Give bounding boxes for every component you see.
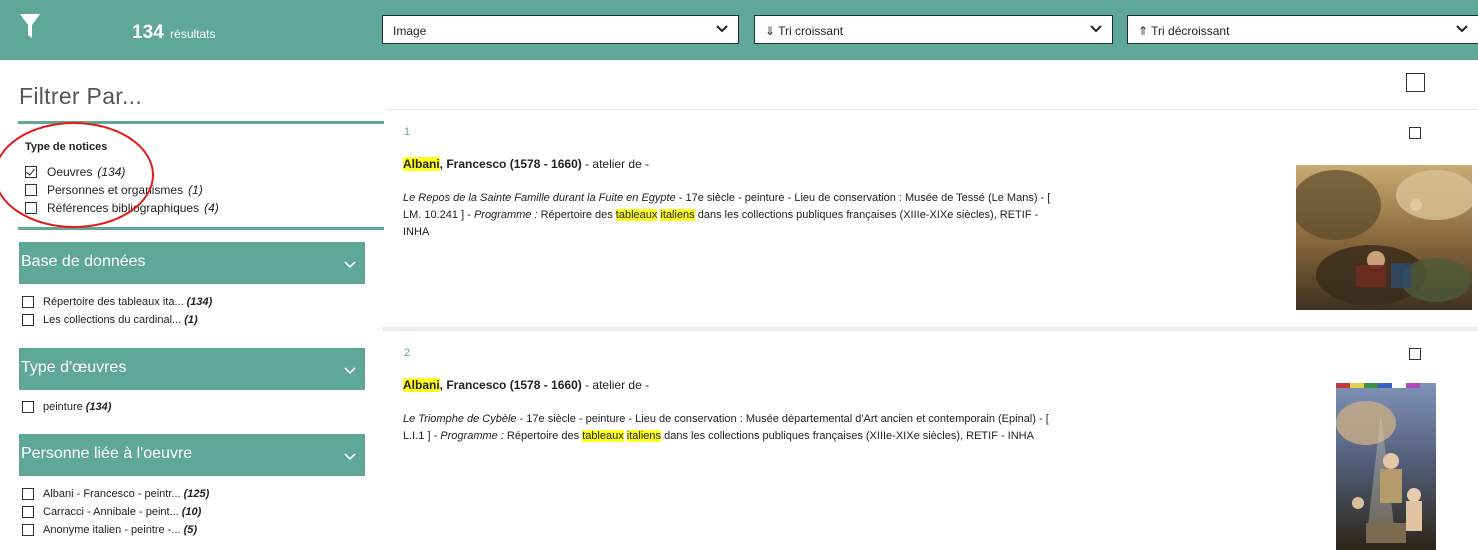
result-title-line[interactable]: Albani, Francesco (1578 - 1660) - atelie… bbox=[403, 378, 649, 392]
facet-option[interactable]: peinture (134) bbox=[22, 401, 111, 413]
filter-option-count: (1) bbox=[188, 183, 203, 197]
results-count-number: 134 bbox=[132, 22, 164, 43]
facet-title: Type d'œuvres bbox=[21, 359, 127, 376]
facet-base-de-donnees[interactable]: Base de données bbox=[19, 242, 365, 284]
highlight-term: tableaux bbox=[615, 209, 658, 221]
checkbox[interactable] bbox=[22, 506, 34, 518]
top-bar: 134 résultats Image ⇓ Tri croissant ⇑ Tr… bbox=[0, 0, 1478, 60]
chevron-down-icon bbox=[716, 25, 728, 33]
filter-option-count: (4) bbox=[204, 201, 219, 215]
programme-label: Programme : bbox=[473, 209, 538, 221]
facet-option-label: peinture bbox=[43, 401, 83, 413]
artist-role: - atelier de - bbox=[581, 157, 650, 171]
facet-option-count: (134) bbox=[85, 401, 112, 413]
programme-text: dans les collections publiques française… bbox=[661, 430, 1034, 442]
result-checkbox[interactable] bbox=[1409, 348, 1421, 360]
funnel-icon[interactable] bbox=[20, 14, 40, 40]
facet-option[interactable]: Les collections du cardinal... (1) bbox=[22, 314, 198, 326]
checkbox[interactable] bbox=[22, 314, 34, 326]
artwork-thumbnail[interactable] bbox=[1296, 165, 1472, 310]
artist-details: , Francesco (1578 - 1660) bbox=[439, 378, 582, 392]
filter-heading: Filtrer Par... bbox=[19, 83, 143, 109]
highlight-term: tableaux bbox=[582, 430, 624, 442]
artwork-thumbnail[interactable] bbox=[1336, 383, 1436, 550]
sort-ascending-value: ⇓ Tri croissant bbox=[765, 24, 844, 38]
artwork-title: Le Repos de la Sainte Famille durant la … bbox=[403, 192, 676, 204]
facet-option[interactable]: Albani - Francesco - peintr... (125) bbox=[22, 488, 209, 500]
checkbox[interactable] bbox=[22, 401, 34, 413]
chevron-down-icon bbox=[1456, 25, 1468, 33]
result-description: Le Repos de la Sainte Famille durant la … bbox=[403, 190, 1053, 241]
result-description: Le Triomphe de Cybèle - 17e siècle - pei… bbox=[403, 411, 1053, 445]
facet-option-count: (125) bbox=[183, 488, 210, 500]
result-index: 1 bbox=[404, 126, 411, 138]
facet-title: Personne liée à l'oeuvre bbox=[21, 445, 193, 462]
programme-label: Programme : bbox=[440, 430, 504, 442]
select-all-checkbox[interactable] bbox=[1406, 73, 1425, 92]
facet-option-count: (1) bbox=[184, 314, 198, 326]
programme-text: Répertoire des bbox=[537, 209, 616, 221]
facet-option-label: Carracci - Annibale - peint... bbox=[43, 506, 179, 518]
checkbox[interactable] bbox=[22, 488, 34, 500]
facet-personne-liee[interactable]: Personne liée à l'oeuvre bbox=[19, 434, 365, 476]
highlight-term: italiens bbox=[660, 209, 695, 221]
chevron-down-icon bbox=[344, 453, 356, 461]
result-title-line[interactable]: Albani, Francesco (1578 - 1660) - atelie… bbox=[403, 157, 649, 171]
programme-text: Répertoire des bbox=[503, 430, 583, 442]
checkbox[interactable] bbox=[22, 296, 34, 308]
facet-option-count: (134) bbox=[186, 296, 213, 308]
chevron-down-icon bbox=[344, 261, 356, 269]
facet-option-label: Albani - Francesco - peintr... bbox=[43, 488, 181, 500]
sort-descending-select[interactable]: ⇑ Tri décroissant bbox=[1127, 15, 1478, 44]
facet-option-label: Les collections du cardinal... bbox=[43, 314, 182, 326]
type-select[interactable]: Image bbox=[382, 15, 739, 44]
facet-option[interactable]: Répertoire des tableaux ita... (134) bbox=[22, 296, 212, 308]
artist-role: - atelier de - bbox=[581, 378, 650, 392]
results-count-label: résultats bbox=[170, 27, 216, 41]
result-card: 1 Albani, Francesco (1578 - 1660) - atel… bbox=[386, 109, 1478, 327]
facet-option-count: (10) bbox=[181, 506, 202, 518]
red-annotation-circle bbox=[0, 122, 154, 228]
artist-highlight: Albani bbox=[403, 378, 440, 392]
highlight-term: italiens bbox=[626, 430, 662, 442]
facet-option-label: Répertoire des tableaux ita... bbox=[43, 296, 184, 308]
artwork-title: Le Triomphe de Cybèle bbox=[403, 413, 517, 425]
type-select-value: Image bbox=[393, 24, 427, 38]
facet-option[interactable]: Anonyme italien - peintre -... (5) bbox=[22, 524, 197, 536]
sort-ascending-select[interactable]: ⇓ Tri croissant bbox=[754, 15, 1113, 44]
results-count: 134 résultats bbox=[132, 22, 216, 44]
artist-details: , Francesco (1578 - 1660) bbox=[439, 157, 582, 171]
chevron-down-icon bbox=[1090, 25, 1102, 33]
sort-descending-value: ⇑ Tri décroissant bbox=[1138, 24, 1230, 38]
result-checkbox[interactable] bbox=[1409, 127, 1421, 139]
facet-title: Base de données bbox=[21, 253, 146, 270]
chevron-down-icon bbox=[344, 367, 356, 375]
facet-option-count: (5) bbox=[183, 524, 198, 536]
facet-type-oeuvres[interactable]: Type d'œuvres bbox=[19, 348, 365, 390]
result-index: 2 bbox=[404, 347, 411, 359]
facet-option[interactable]: Carracci - Annibale - peint... (10) bbox=[22, 506, 201, 518]
facet-option-label: Anonyme italien - peintre -... bbox=[43, 524, 181, 536]
result-card: 2 Albani, Francesco (1578 - 1660) - atel… bbox=[386, 331, 1478, 550]
artist-highlight: Albani bbox=[403, 157, 440, 171]
checkbox[interactable] bbox=[22, 524, 34, 536]
